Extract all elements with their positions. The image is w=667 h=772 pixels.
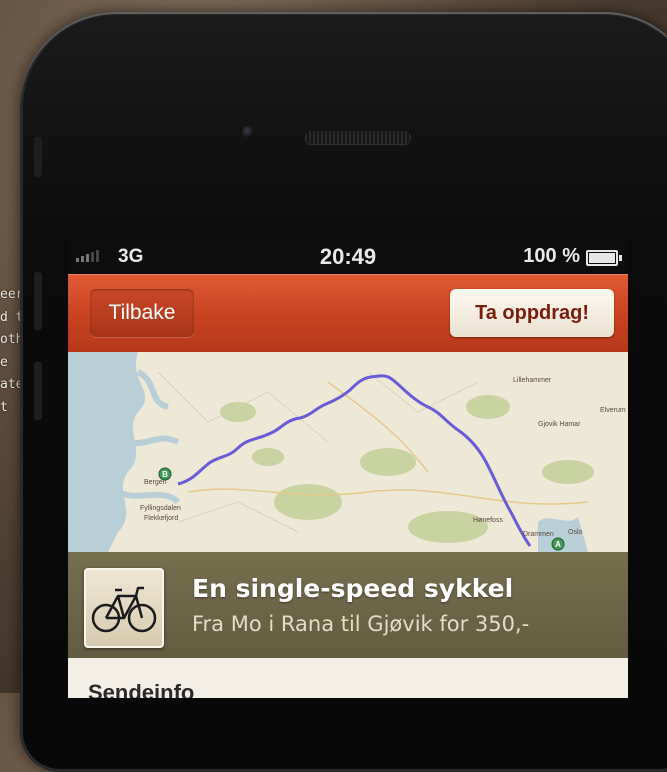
status-bar: 3G 20:49 100 % xyxy=(68,238,628,274)
map-label: Elverum xyxy=(600,407,626,414)
listing-subtitle: Fra Mo i Rana til Gjøvik for 350,- xyxy=(192,612,530,636)
battery-icon xyxy=(586,250,622,266)
marker-b-icon[interactable]: B xyxy=(158,467,172,481)
listing-summary[interactable]: En single-speed sykkel Fra Mo i Rana til… xyxy=(68,552,628,658)
route-map[interactable]: Lillehammer Gjovik Hamar Elverum Hønefos… xyxy=(68,352,628,552)
back-button-label: Tilbake xyxy=(108,301,176,324)
map-canvas: Lillehammer Gjovik Hamar Elverum Hønefos… xyxy=(68,352,628,552)
take-assignment-button[interactable]: Ta oppdrag! xyxy=(450,289,614,337)
volume-up-button xyxy=(34,272,42,330)
marker-a-label: A xyxy=(555,540,561,549)
listing-thumbnail xyxy=(84,568,164,648)
battery-percentage: 100 % xyxy=(523,245,580,267)
mute-switch xyxy=(34,137,42,177)
take-assignment-label: Ta oppdrag! xyxy=(474,301,590,324)
back-button[interactable]: Tilbake xyxy=(90,289,194,337)
front-camera-icon xyxy=(242,126,254,138)
map-label: Fyllingsdalen xyxy=(140,505,181,512)
navigation-bar: Tilbake Ta oppdrag! xyxy=(68,274,628,352)
map-label: Hønefoss xyxy=(473,517,503,524)
volume-down-button xyxy=(34,362,42,420)
map-label: Gjovik Hamar xyxy=(538,421,581,428)
marker-b-label: B xyxy=(162,470,168,479)
listing-title: En single-speed sykkel xyxy=(192,574,514,603)
map-label: Oslo xyxy=(568,529,583,536)
earpiece-speaker xyxy=(305,131,411,144)
shipping-info-section: Sendeinfo xyxy=(68,658,628,698)
map-label: Flekkefjord xyxy=(144,515,178,522)
phone-screen: 3G 20:49 100 % Tilbake Ta oppdrag! Lille… xyxy=(68,238,628,698)
map-label: Drammen xyxy=(523,531,554,538)
map-label: Lillehammer xyxy=(513,377,552,384)
bicycle-icon xyxy=(91,586,157,633)
marker-a-icon[interactable]: A xyxy=(551,537,565,551)
shipping-info-heading: Sendeinfo xyxy=(88,680,195,698)
